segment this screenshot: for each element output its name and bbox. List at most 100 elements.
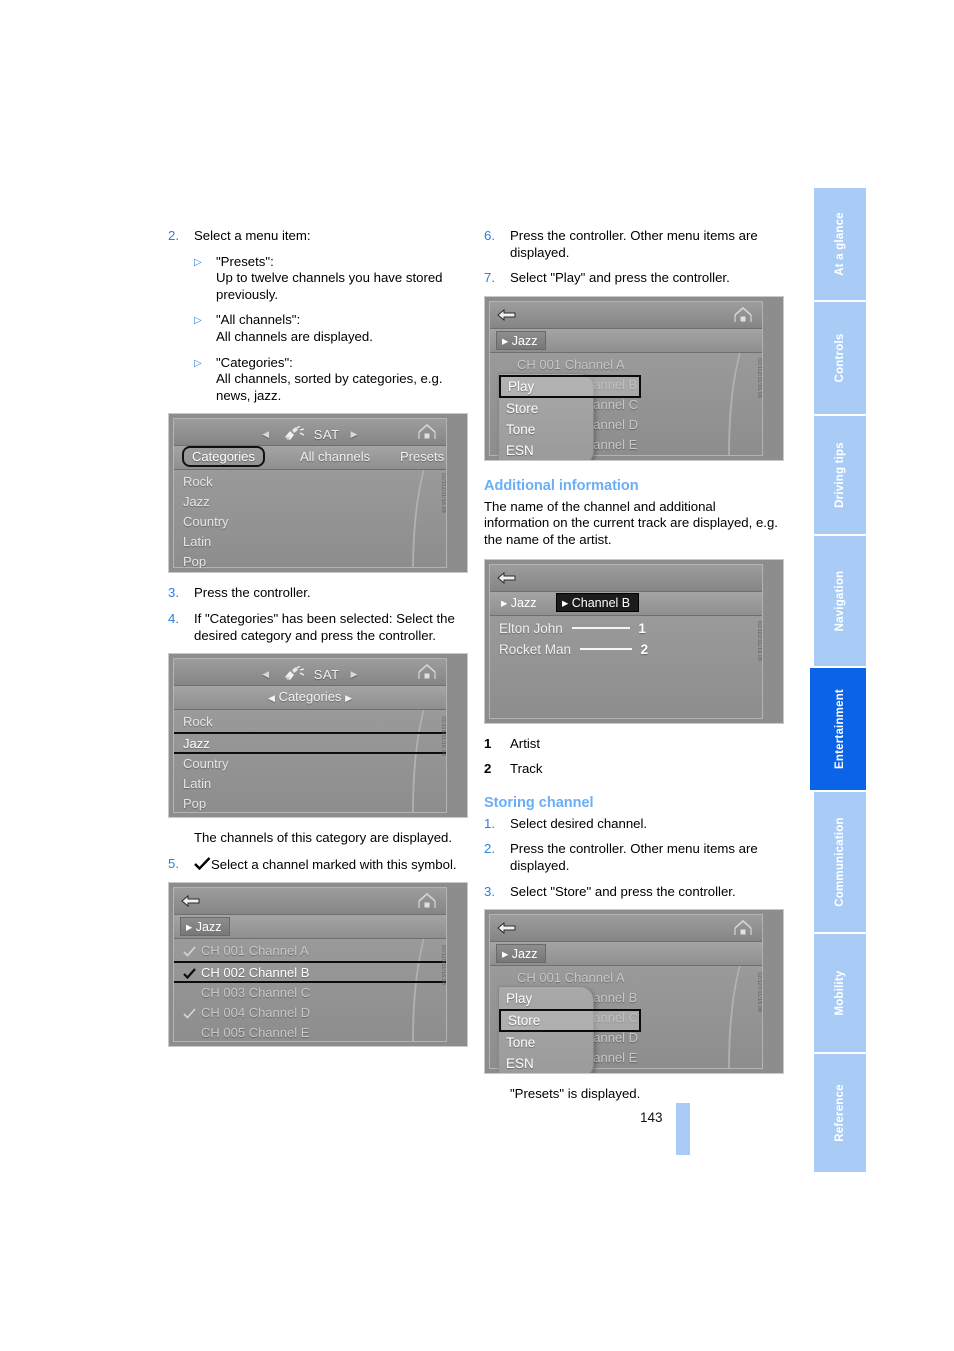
list-item[interactable]: Country (174, 512, 446, 532)
checkmark-icon (183, 941, 201, 961)
screen-title: SAT (313, 427, 340, 443)
sidebar-item-at-a-glance[interactable]: At a glance (810, 188, 866, 300)
checkmark-icon (183, 1003, 201, 1023)
breadcrumb-label: Channel B (571, 595, 631, 610)
sidebar-item-entertainment[interactable]: Entertainment (810, 668, 866, 790)
breadcrumb[interactable]: ◀ Categories ▶ (174, 689, 446, 704)
figure-code: 02/127/11/16.08 (755, 971, 762, 1012)
screen-list: CH 001 Channel A CH 002 Channel B CH 003… (174, 939, 446, 1043)
sidebar-item-mobility[interactable]: Mobility (810, 934, 866, 1052)
sidebar-item-label: Reference (834, 1084, 846, 1142)
list-item[interactable]: Pop (174, 794, 446, 814)
breadcrumb-label: Jazz (511, 947, 538, 962)
home-icon[interactable] (416, 892, 438, 911)
back-arrow-icon[interactable] (497, 307, 517, 322)
step-number: 7. (484, 270, 495, 286)
list-item[interactable]: CH 005 Channel E (174, 1023, 446, 1043)
screenshot-categories-selected: ◀ SAT ▶ ◀ Categories ▶ Rock Jazz Country… (168, 653, 468, 819)
figure-code: 02/112/11/16.08 (440, 473, 447, 514)
bullet-desc: All channels are displayed. (216, 328, 373, 344)
tab-all-channels[interactable]: All channels (292, 448, 378, 465)
list-item[interactable]: Jazz (174, 492, 446, 512)
screen-now-playing-area: Elton John 1 Rocket Man 2 (490, 615, 762, 718)
step-number: 3. (484, 883, 495, 899)
menu-item-store[interactable]: Store (499, 398, 593, 419)
step-number: 2. (484, 841, 495, 857)
list-item[interactable]: CH 001 Channel A (490, 355, 762, 375)
leader-line (571, 626, 630, 629)
callout-number: 2 (640, 641, 649, 657)
legend-item-2: 2 Track (484, 761, 784, 778)
screen-tabrow: Categories All channels Presets (174, 446, 446, 471)
breadcrumb-chip-jazz[interactable]: ▸ Jazz (496, 944, 547, 964)
breadcrumb-chip-channel[interactable]: ▸ Channel B (556, 592, 640, 612)
list-item[interactable]: Latin (174, 532, 446, 552)
list-item[interactable]: Pop (174, 552, 446, 572)
list-item[interactable]: Latin (174, 774, 446, 794)
list-item-selected[interactable]: CH 002 Channel B (174, 961, 446, 984)
list-item[interactable]: CH 001 Channel A (490, 968, 762, 988)
list-item-label: CH 005 Channel E (201, 1025, 310, 1041)
menu-item-store[interactable]: Store (499, 1009, 641, 1033)
sidebar-item-driving-tips[interactable]: Driving tips (810, 416, 866, 534)
storing-step-1: 1. Select desired channel. (484, 816, 784, 833)
list-item[interactable]: CH 004 Channel D (174, 1003, 446, 1023)
sidebar-item-label: Mobility (834, 970, 846, 1016)
satellite-icon (281, 665, 307, 682)
breadcrumb-right-arrow-icon: ▶ (345, 693, 352, 704)
sidebar-item-communication[interactable]: Communication (810, 792, 866, 932)
legend-label: Artist (510, 735, 541, 751)
screen-list: CH 001 Channel A hannel B hannel C hanne… (490, 352, 762, 460)
list-item[interactable]: Rock (174, 472, 446, 492)
screen-breadcrumb-row: ▸ Jazz (490, 328, 762, 353)
left-arrow-icon: ◀ (262, 429, 270, 440)
step-6: 6. Press the controller. Other menu item… (484, 228, 784, 261)
list-item[interactable]: CH 001 Channel A (174, 941, 446, 961)
breadcrumb-chip-jazz[interactable]: ▸ Jazz (496, 594, 544, 611)
list-item[interactable]: Rock (174, 712, 446, 732)
screen-title-group: ◀ SAT ▶ (174, 663, 446, 682)
menu-item-tone[interactable]: Tone (499, 419, 593, 440)
triangle-bullet-icon: ▷ (194, 315, 202, 327)
step-number: 3. (168, 585, 179, 601)
list-item-label: CH 003 Channel C (201, 985, 311, 1001)
list-item[interactable]: Country (174, 754, 446, 774)
menu-item-esn[interactable]: ESN (499, 1053, 593, 1073)
idrive-screen: ◀ SAT ▶ (173, 658, 447, 814)
breadcrumb-chip-jazz[interactable]: ▸ Jazz (496, 330, 547, 350)
sidebar-item-reference[interactable]: Reference (810, 1054, 866, 1172)
back-arrow-icon[interactable] (181, 893, 201, 908)
menu-item-tone[interactable]: Tone (499, 1032, 593, 1053)
step-number: 6. (484, 228, 495, 243)
home-icon[interactable] (416, 423, 438, 442)
sidebar-item-navigation[interactable]: Navigation (810, 536, 866, 666)
tab-categories[interactable]: Categories (182, 446, 265, 468)
home-icon[interactable] (416, 663, 438, 682)
back-arrow-icon[interactable] (497, 920, 517, 935)
sidebar-item-label: Driving tips (834, 442, 846, 508)
breadcrumb-left-arrow-icon: ◀ (268, 693, 275, 704)
breadcrumb-label: Jazz (510, 595, 537, 610)
step-text: Select "Store" and press the controller. (510, 883, 736, 899)
list-item-selected[interactable]: Jazz (174, 732, 446, 755)
sidebar-item-controls[interactable]: Controls (810, 302, 866, 414)
bullet-desc: Up to twelve channels you have stored pr… (216, 270, 443, 302)
screen-list: CH 001 Channel A hannel B hannel C hanne… (490, 966, 762, 1074)
menu-item-play[interactable]: Play (499, 988, 593, 1009)
screen-breadcrumb-row: ▸ Jazz ▸ Channel B (490, 591, 762, 616)
home-icon[interactable] (732, 306, 754, 325)
context-menu: Play Store Tone ESN (498, 372, 641, 460)
triangle-bullet-icon: ▷ (194, 357, 202, 369)
screen-titlebar (490, 301, 762, 329)
tab-presets[interactable]: Presets (392, 448, 452, 465)
screen-breadcrumb-row: ▸ Jazz (490, 942, 762, 967)
list-item[interactable]: CH 003 Channel C (174, 983, 446, 1003)
menu-item-play[interactable]: Play (499, 374, 641, 398)
home-icon[interactable] (732, 919, 754, 938)
legend-item-1: 1 Artist (484, 736, 784, 753)
bullet-body: "Presets": Up to twelve channels you hav… (216, 254, 468, 304)
breadcrumb-chip-jazz[interactable]: ▸ Jazz (180, 917, 231, 937)
sidebar-item-label: Controls (834, 333, 846, 383)
menu-item-esn[interactable]: ESN (499, 440, 593, 460)
back-arrow-icon[interactable] (497, 570, 517, 585)
